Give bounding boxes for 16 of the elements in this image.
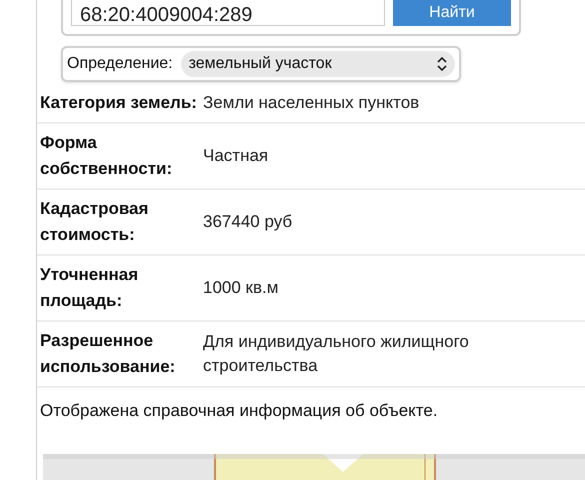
field-label: Разрешенное использование: [39,330,176,378]
field-value: 367440 руб [203,211,292,233]
definition-select[interactable]: земельный участок [180,51,455,77]
field-value: Земли населенных пунктов [203,92,420,114]
field-label: Уточненная площадь: [39,264,140,312]
field-label: Кадастровая стоимость: [39,198,150,246]
field-label: Форма собственности: [39,132,174,180]
field-label: Категория земель: [39,92,198,114]
chevron-up-down-icon [437,57,447,71]
field-value: Для индивидуального жилищного строительства [203,331,470,377]
field-value: Частная [203,145,268,167]
definition-label: Определение: [67,54,173,74]
field-value: 1000 кв.м [203,277,278,299]
cadastral-number-field[interactable]: 68:20:4009004:289 [71,0,385,26]
info-note: Отображена справочная информация об объекте. [39,400,439,422]
find-button[interactable]: Найти [393,0,511,26]
